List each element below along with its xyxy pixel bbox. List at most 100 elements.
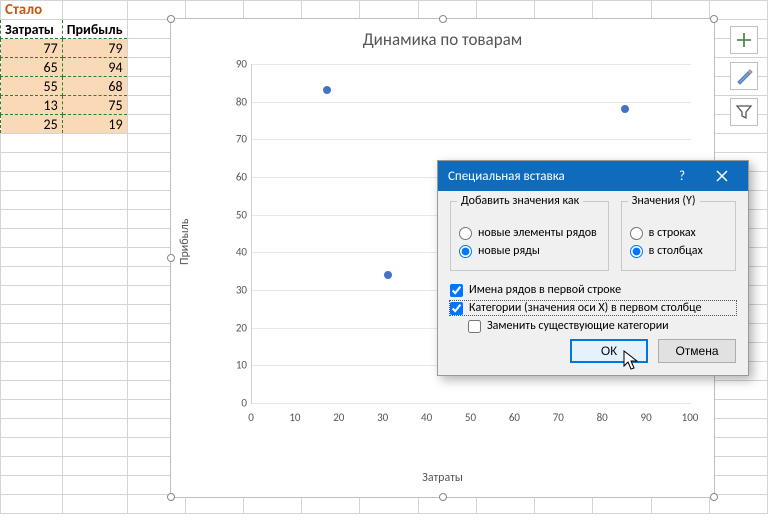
cell[interactable]: 19 bbox=[62, 115, 127, 134]
cell[interactable] bbox=[709, 419, 767, 438]
cell[interactable] bbox=[1, 305, 63, 324]
cell[interactable] bbox=[709, 438, 767, 457]
cell[interactable] bbox=[62, 210, 127, 229]
cell[interactable] bbox=[1, 267, 63, 286]
cell[interactable] bbox=[709, 457, 767, 476]
cell[interactable] bbox=[709, 400, 767, 419]
resize-handle[interactable] bbox=[167, 254, 175, 262]
cell[interactable] bbox=[1, 134, 63, 153]
cell[interactable] bbox=[651, 1, 709, 20]
cell[interactable]: 55 bbox=[1, 77, 63, 96]
data-point[interactable] bbox=[621, 105, 629, 113]
cell[interactable] bbox=[62, 1, 127, 20]
cell[interactable] bbox=[1, 210, 63, 229]
cell[interactable] bbox=[1, 495, 63, 514]
radio-new-elements[interactable]: новые элементы рядов bbox=[459, 226, 600, 240]
cell[interactable] bbox=[62, 248, 127, 267]
cell[interactable] bbox=[1, 229, 63, 248]
cell[interactable] bbox=[62, 172, 127, 191]
cell[interactable] bbox=[1, 419, 63, 438]
chart-title[interactable]: Динамика по товарам bbox=[171, 19, 714, 54]
cell[interactable] bbox=[127, 1, 185, 20]
cell[interactable] bbox=[1, 476, 63, 495]
data-point[interactable] bbox=[323, 86, 331, 94]
cell[interactable] bbox=[185, 1, 243, 20]
cell[interactable] bbox=[62, 134, 127, 153]
cell[interactable]: Затраты bbox=[1, 20, 63, 39]
cell[interactable]: 75 bbox=[62, 96, 127, 115]
cell[interactable] bbox=[62, 267, 127, 286]
cell[interactable]: 77 bbox=[1, 39, 63, 58]
help-button[interactable]: ? bbox=[662, 161, 702, 191]
cell[interactable]: 65 bbox=[1, 58, 63, 77]
cell[interactable] bbox=[1, 191, 63, 210]
cell[interactable] bbox=[62, 457, 127, 476]
cell[interactable] bbox=[476, 1, 534, 20]
cell[interactable] bbox=[709, 134, 767, 153]
dialog-titlebar[interactable]: Специальная вставка ? bbox=[438, 161, 748, 191]
cell[interactable]: 94 bbox=[62, 58, 127, 77]
resize-handle[interactable] bbox=[439, 493, 447, 501]
radio-new-series[interactable]: новые ряды bbox=[459, 244, 600, 258]
cell[interactable] bbox=[62, 191, 127, 210]
cell[interactable] bbox=[1, 172, 63, 191]
cell[interactable] bbox=[1, 324, 63, 343]
cell[interactable] bbox=[1, 381, 63, 400]
cell[interactable] bbox=[62, 400, 127, 419]
cell[interactable] bbox=[709, 381, 767, 400]
cell[interactable] bbox=[709, 476, 767, 495]
cell[interactable] bbox=[62, 324, 127, 343]
resize-handle[interactable] bbox=[710, 15, 718, 23]
dialog-title: Специальная вставка bbox=[448, 169, 565, 184]
checkbox-replace-categories[interactable]: Заменить существующие категории bbox=[468, 319, 736, 333]
cell[interactable] bbox=[62, 305, 127, 324]
cancel-button[interactable]: Отмена bbox=[658, 339, 736, 363]
cell[interactable] bbox=[62, 419, 127, 438]
cell[interactable] bbox=[1, 248, 63, 267]
cell[interactable] bbox=[1, 153, 63, 172]
cell[interactable] bbox=[1, 286, 63, 305]
x-tick: 100 bbox=[682, 411, 699, 424]
cell[interactable]: 68 bbox=[62, 77, 127, 96]
ok-button[interactable]: ОК bbox=[570, 339, 648, 363]
data-point[interactable] bbox=[384, 271, 392, 279]
chart-styles-button[interactable] bbox=[730, 62, 758, 90]
close-button[interactable] bbox=[702, 161, 742, 191]
cell[interactable] bbox=[62, 153, 127, 172]
chart-add-element-button[interactable] bbox=[730, 26, 758, 54]
radio-in-rows[interactable]: в строках bbox=[630, 226, 727, 240]
cell[interactable] bbox=[62, 495, 127, 514]
cell[interactable] bbox=[62, 362, 127, 381]
cell[interactable] bbox=[1, 438, 63, 457]
cell[interactable] bbox=[62, 229, 127, 248]
cell[interactable]: Прибыль bbox=[62, 20, 127, 39]
chart-filter-button[interactable] bbox=[730, 98, 758, 126]
cell[interactable] bbox=[360, 1, 418, 20]
cell[interactable]: 25 bbox=[1, 115, 63, 134]
cell[interactable] bbox=[62, 286, 127, 305]
cell[interactable]: 79 bbox=[62, 39, 127, 58]
cell[interactable] bbox=[1, 457, 63, 476]
resize-handle[interactable] bbox=[167, 15, 175, 23]
radio-in-columns[interactable]: в столбцах bbox=[630, 244, 727, 258]
checkbox-categories-x[interactable]: Категории (значения оси X) в первом стол… bbox=[450, 301, 736, 315]
resize-handle[interactable] bbox=[167, 493, 175, 501]
cell[interactable] bbox=[1, 362, 63, 381]
cell[interactable] bbox=[62, 438, 127, 457]
cell[interactable] bbox=[62, 476, 127, 495]
cell[interactable] bbox=[535, 1, 593, 20]
resize-handle[interactable] bbox=[710, 493, 718, 501]
resize-handle[interactable] bbox=[439, 15, 447, 23]
cell[interactable] bbox=[709, 1, 767, 20]
cell[interactable] bbox=[1, 400, 63, 419]
cell[interactable]: Стало bbox=[1, 1, 63, 20]
cell[interactable] bbox=[593, 1, 651, 20]
cell[interactable] bbox=[243, 1, 301, 20]
cell[interactable] bbox=[418, 1, 476, 20]
cell[interactable] bbox=[1, 343, 63, 362]
cell[interactable]: 13 bbox=[1, 96, 63, 115]
cell[interactable] bbox=[62, 381, 127, 400]
cell[interactable] bbox=[62, 343, 127, 362]
checkbox-series-names[interactable]: Имена рядов в первой строке bbox=[450, 283, 736, 297]
cell[interactable] bbox=[302, 1, 360, 20]
